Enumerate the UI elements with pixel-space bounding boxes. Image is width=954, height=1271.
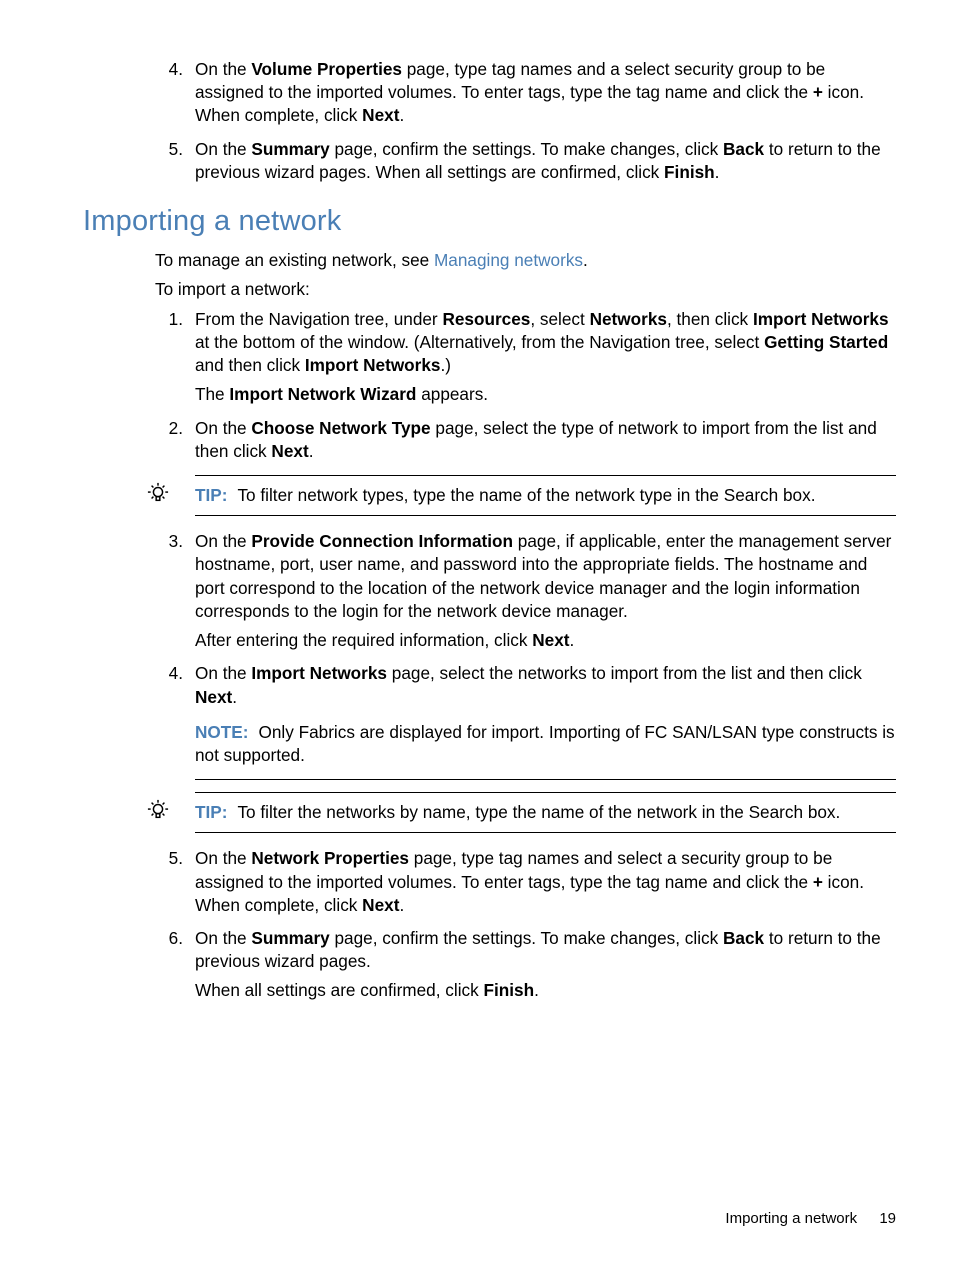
list-item: 2. On the Choose Network Type page, sele… <box>155 417 896 463</box>
list-item-text: On the Provide Connection Information pa… <box>195 531 891 621</box>
list-marker: 4. <box>155 58 183 81</box>
managing-networks-link[interactable]: Managing networks <box>434 250 583 270</box>
tip-callout: TIP: To filter network types, type the na… <box>195 475 896 516</box>
page-number: 19 <box>879 1210 896 1227</box>
ordered-list: 5. On the Network Properties page, type … <box>83 847 896 1002</box>
list-item: 5. On the Network Properties page, type … <box>155 847 896 917</box>
tip-callout: TIP: To filter the networks by name, type… <box>195 792 896 833</box>
note-callout: NOTE:Only Fabrics are displayed for impo… <box>195 715 896 780</box>
intro-paragraph: To import a network: <box>155 278 896 301</box>
ordered-list: 3. On the Provide Connection Information… <box>83 530 896 780</box>
section-heading: Importing a network <box>83 202 896 241</box>
page-footer: Importing a network 19 <box>725 1209 896 1229</box>
sub-paragraph: The Import Network Wizard appears. <box>195 383 896 406</box>
list-item: 6. On the Summary page, confirm the sett… <box>155 927 896 1003</box>
list-item-text: On the Import Networks page, select the … <box>195 663 862 706</box>
tip-label: TIP: <box>195 485 227 505</box>
sub-paragraph: After entering the required information,… <box>195 629 896 652</box>
intro-paragraph: To manage an existing network, see Manag… <box>155 249 896 272</box>
list-item: 4. On the Volume Properties page, type t… <box>155 58 896 128</box>
list-marker: 1. <box>155 308 183 331</box>
tip-text: To filter the networks by name, type the… <box>237 802 840 822</box>
list-item: 1. From the Navigation tree, under Resou… <box>155 308 896 407</box>
tip-lightbulb-icon <box>147 482 169 504</box>
list-item-text: On the Summary page, confirm the setting… <box>195 928 881 971</box>
list-item-text: On the Volume Properties page, type tag … <box>195 59 864 125</box>
list-marker: 3. <box>155 530 183 553</box>
list-marker: 6. <box>155 927 183 950</box>
tip-lightbulb-icon <box>147 799 169 821</box>
footer-title: Importing a network <box>725 1210 857 1227</box>
list-item-text: From the Navigation tree, under Resource… <box>195 309 889 375</box>
document-page: 4. On the Volume Properties page, type t… <box>0 0 954 1271</box>
tip-label: TIP: <box>195 802 227 822</box>
list-item: 4. On the Import Networks page, select t… <box>155 662 896 780</box>
list-marker: 4. <box>155 662 183 685</box>
list-item: 5. On the Summary page, confirm the sett… <box>155 138 896 184</box>
list-marker: 5. <box>155 847 183 870</box>
list-marker: 5. <box>155 138 183 161</box>
sub-paragraph: When all settings are confirmed, click F… <box>195 979 896 1002</box>
list-item-text: On the Choose Network Type page, select … <box>195 418 877 461</box>
note-text: Only Fabrics are displayed for import. I… <box>195 722 895 765</box>
ordered-list-continued: 4. On the Volume Properties page, type t… <box>83 58 896 184</box>
list-item-text: On the Summary page, confirm the setting… <box>195 139 881 182</box>
note-label: NOTE: <box>195 722 248 742</box>
list-item-text: On the Network Properties page, type tag… <box>195 848 864 914</box>
tip-text: To filter network types, type the name o… <box>237 485 815 505</box>
ordered-list: 1. From the Navigation tree, under Resou… <box>83 308 896 463</box>
list-marker: 2. <box>155 417 183 440</box>
list-item: 3. On the Provide Connection Information… <box>155 530 896 652</box>
